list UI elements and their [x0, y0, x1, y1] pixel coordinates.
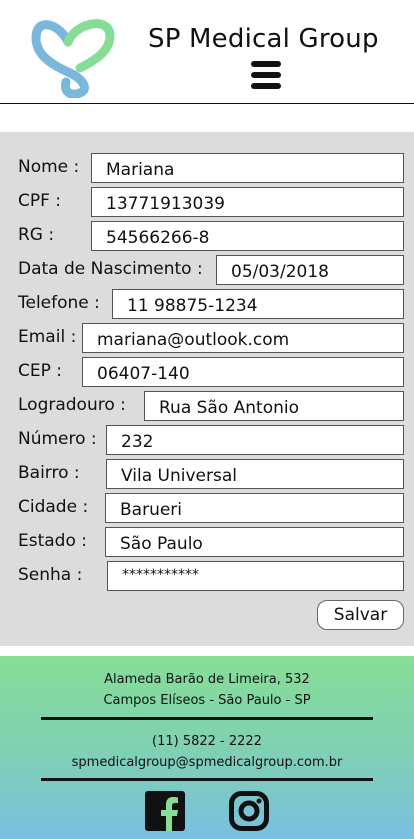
field-row-nascimento: Data de Nascimento : 05/03/2018: [0, 255, 414, 285]
field-label: Cidade :: [18, 497, 89, 517]
telefone-input[interactable]: 11 98875-1234: [112, 289, 404, 319]
nascimento-input[interactable]: 05/03/2018: [216, 255, 404, 285]
field-row-nome: Nome : Mariana: [0, 153, 414, 183]
senha-input[interactable]: ***********: [107, 561, 404, 591]
menu-bar: [251, 72, 281, 78]
field-row-senha: Senha : ***********: [0, 561, 414, 591]
rg-input[interactable]: 54566266-8: [91, 221, 404, 251]
facebook-icon[interactable]: [145, 791, 185, 831]
logradouro-input[interactable]: Rua São Antonio: [144, 391, 404, 421]
heart-sp-logo-icon[interactable]: [28, 6, 118, 99]
field-row-rg: RG : 54566266-8: [0, 221, 414, 251]
field-row-cpf: CPF : 13771913039: [0, 187, 414, 217]
field-label: Email :: [18, 327, 77, 347]
field-row-cidade: Cidade : Barueri: [0, 493, 414, 523]
header: SP Medical Group: [0, 0, 414, 104]
field-row-telefone: Telefone : 11 98875-1234: [0, 289, 414, 319]
cep-input[interactable]: 06407-140: [82, 357, 404, 387]
nome-input[interactable]: Mariana: [91, 153, 404, 183]
profile-form: Nome : Mariana CPF : 13771913039 RG : 54…: [0, 132, 414, 646]
field-label: RG :: [18, 225, 55, 245]
field-label: Senha :: [18, 565, 83, 585]
bairro-input[interactable]: Vila Universal: [106, 459, 404, 489]
field-label: Telefone :: [18, 293, 100, 313]
field-row-logradouro: Logradouro : Rua São Antonio: [0, 391, 414, 421]
field-label: CEP :: [18, 361, 62, 381]
cpf-input[interactable]: 13771913039: [91, 187, 404, 217]
field-label: Data de Nascimento :: [18, 259, 203, 279]
address-line-1: Alameda Barão de Limeira, 532: [104, 672, 310, 687]
contact-email[interactable]: spmedicalgroup@spmedicalgroup.com.br: [0, 755, 414, 770]
field-row-bairro: Bairro : Vila Universal: [0, 459, 414, 489]
field-label: Número :: [18, 429, 97, 449]
field-row-cep: CEP : 06407-140: [0, 357, 414, 387]
field-row-numero: Número : 232: [0, 425, 414, 455]
brand-title: SP Medical Group: [148, 24, 379, 54]
footer-divider: [41, 778, 373, 781]
field-row-estado: Estado : São Paulo: [0, 527, 414, 557]
instagram-icon[interactable]: [229, 791, 269, 831]
footer: Alameda Barão de Limeira, 532 Campos Elí…: [0, 656, 414, 839]
phone-number: (11) 5822 - 2222: [152, 734, 262, 749]
address-line-2: Campos Elíseos - São Paulo - SP: [103, 693, 311, 708]
footer-divider: [41, 717, 373, 720]
email-input[interactable]: mariana@outlook.com: [82, 323, 404, 353]
save-button[interactable]: Salvar: [317, 600, 404, 630]
field-label: Estado :: [18, 531, 88, 551]
header-divider: [0, 103, 414, 104]
field-row-email: Email : mariana@outlook.com: [0, 323, 414, 353]
estado-input[interactable]: São Paulo: [105, 527, 404, 557]
numero-input[interactable]: 232: [106, 425, 404, 455]
field-label: Logradouro :: [18, 395, 126, 415]
field-label: Bairro :: [18, 463, 80, 483]
cidade-input[interactable]: Barueri: [105, 493, 404, 523]
menu-bar: [251, 83, 281, 89]
field-label: CPF :: [18, 191, 62, 211]
field-label: Nome :: [18, 157, 80, 177]
hamburger-menu-icon[interactable]: [251, 61, 281, 91]
menu-bar: [251, 61, 281, 67]
